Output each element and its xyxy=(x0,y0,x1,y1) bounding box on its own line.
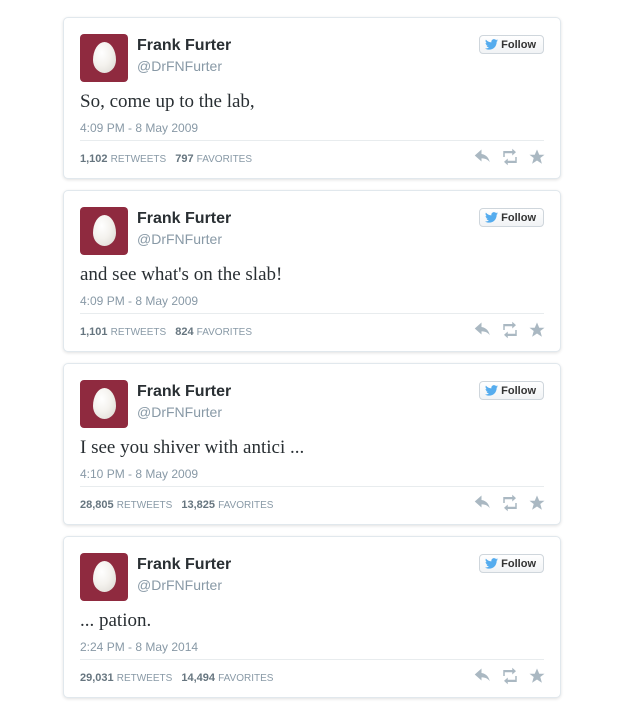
reply-icon[interactable] xyxy=(474,148,492,166)
star-icon[interactable] xyxy=(528,494,546,512)
follow-button[interactable]: Follow xyxy=(479,35,544,54)
favorite-count[interactable]: 14,494 xyxy=(181,672,215,684)
retweet-icon[interactable] xyxy=(501,321,519,339)
tweet-stats: 29,031 RETWEETS 14,494 FAVORITES xyxy=(80,672,279,684)
follow-label: Follow xyxy=(501,211,536,224)
star-icon[interactable] xyxy=(528,321,546,339)
divider xyxy=(80,659,544,660)
favorites-label: FAVORITES xyxy=(196,154,253,165)
author-name[interactable]: Frank Furter xyxy=(137,556,231,574)
favorites-label: FAVORITES xyxy=(218,673,274,684)
egg-avatar-icon[interactable] xyxy=(80,380,128,428)
favorites-label: FAVORITES xyxy=(196,327,253,338)
favorites-label: FAVORITES xyxy=(218,500,274,511)
egg-avatar-icon[interactable] xyxy=(80,207,128,255)
follow-label: Follow xyxy=(501,384,536,397)
author-handle[interactable]: @DrFNFurter xyxy=(137,231,222,247)
reply-icon[interactable] xyxy=(474,667,492,685)
tweet-card: Frank Furter @DrFNFurter Follow I see yo… xyxy=(63,363,561,525)
author-name[interactable]: Frank Furter xyxy=(137,37,231,55)
author-handle[interactable]: @DrFNFurter xyxy=(137,404,222,420)
divider xyxy=(80,140,544,141)
retweet-count[interactable]: 1,102 xyxy=(80,153,108,165)
tweet-stats: 1,101 RETWEETS 824 FAVORITES xyxy=(80,326,258,338)
tweet-actions xyxy=(474,494,546,512)
twitter-bird-icon xyxy=(485,558,499,569)
retweet-count[interactable]: 28,805 xyxy=(80,499,114,511)
twitter-bird-icon xyxy=(485,385,499,396)
retweets-label: RETWEETS xyxy=(110,154,167,165)
divider xyxy=(80,313,544,314)
reply-icon[interactable] xyxy=(474,321,492,339)
star-icon[interactable] xyxy=(528,148,546,166)
retweet-icon[interactable] xyxy=(501,667,519,685)
tweet-timestamp[interactable]: 4:10 PM - 8 May 2009 xyxy=(80,467,198,481)
author-handle[interactable]: @DrFNFurter xyxy=(137,577,222,593)
follow-label: Follow xyxy=(501,38,536,51)
favorite-count[interactable]: 824 xyxy=(175,326,193,338)
tweet-text: ... pation. xyxy=(80,610,152,631)
retweet-count[interactable]: 1,101 xyxy=(80,326,108,338)
favorite-count[interactable]: 797 xyxy=(175,153,193,165)
tweet-text: I see you shiver with antici ... xyxy=(80,437,305,458)
follow-button[interactable]: Follow xyxy=(479,381,544,400)
star-icon[interactable] xyxy=(528,667,546,685)
tweet-card: Frank Furter @DrFNFurter Follow ... pati… xyxy=(63,536,561,698)
tweet-stats: 28,805 RETWEETS 13,825 FAVORITES xyxy=(80,499,279,511)
tweet-timestamp[interactable]: 4:09 PM - 8 May 2009 xyxy=(80,121,198,135)
author-name[interactable]: Frank Furter xyxy=(137,383,231,401)
retweets-label: RETWEETS xyxy=(116,673,173,684)
retweet-count[interactable]: 29,031 xyxy=(80,672,114,684)
tweet-actions xyxy=(474,321,546,339)
follow-button[interactable]: Follow xyxy=(479,208,544,227)
tweet-stats: 1,102 RETWEETS 797 FAVORITES xyxy=(80,153,258,165)
retweets-label: RETWEETS xyxy=(116,500,173,511)
follow-button[interactable]: Follow xyxy=(479,554,544,573)
author-name[interactable]: Frank Furter xyxy=(137,210,231,228)
favorite-count[interactable]: 13,825 xyxy=(181,499,215,511)
twitter-bird-icon xyxy=(485,39,499,50)
tweet-actions xyxy=(474,148,546,166)
follow-label: Follow xyxy=(501,557,536,570)
retweet-icon[interactable] xyxy=(501,494,519,512)
tweet-actions xyxy=(474,667,546,685)
retweets-label: RETWEETS xyxy=(110,327,167,338)
egg-avatar-icon[interactable] xyxy=(80,34,128,82)
twitter-bird-icon xyxy=(485,212,499,223)
reply-icon[interactable] xyxy=(474,494,492,512)
retweet-icon[interactable] xyxy=(501,148,519,166)
tweet-card: Frank Furter @DrFNFurter Follow So, come… xyxy=(63,17,561,179)
tweet-card: Frank Furter @DrFNFurter Follow and see … xyxy=(63,190,561,352)
tweet-text: and see what's on the slab! xyxy=(80,264,283,285)
tweet-timestamp[interactable]: 4:09 PM - 8 May 2009 xyxy=(80,294,198,308)
egg-avatar-icon[interactable] xyxy=(80,553,128,601)
author-handle[interactable]: @DrFNFurter xyxy=(137,58,222,74)
divider xyxy=(80,486,544,487)
tweet-text: So, come up to the lab, xyxy=(80,91,255,112)
tweet-timestamp[interactable]: 2:24 PM - 8 May 2014 xyxy=(80,640,198,654)
